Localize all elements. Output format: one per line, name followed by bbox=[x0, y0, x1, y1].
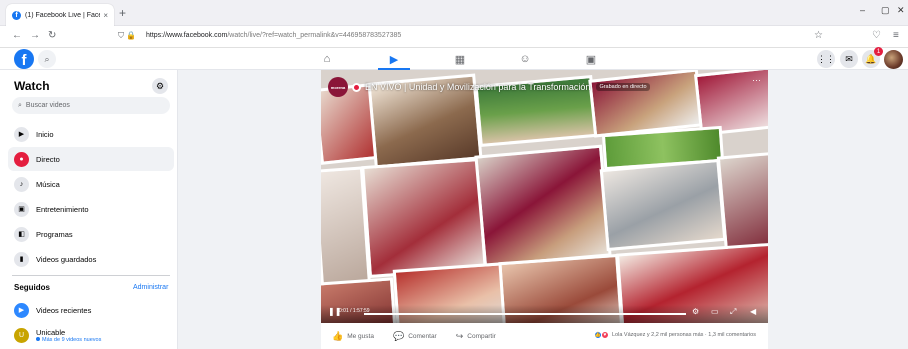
bookmark-star-icon[interactable]: ☆ bbox=[814, 30, 823, 41]
sidebar-item-programas[interactable]: ◧ Programas bbox=[8, 222, 174, 246]
like-label: Me gusta bbox=[347, 332, 374, 340]
tab-close-icon[interactable]: × bbox=[103, 11, 108, 20]
sidebar-item-label: Unicable bbox=[36, 327, 66, 337]
share-label: Compartir bbox=[467, 332, 496, 340]
minimize-button[interactable]: – bbox=[860, 5, 865, 15]
comment-button[interactable]: 💬 Comentar bbox=[393, 331, 437, 342]
facebook-favicon-icon: f bbox=[12, 10, 21, 20]
new-videos-text: Más de 9 videos nuevos bbox=[42, 336, 102, 343]
live-indicator-icon bbox=[352, 82, 361, 92]
tv-icon: ▣ bbox=[14, 201, 29, 217]
reload-icon[interactable]: ↻ bbox=[48, 30, 56, 41]
maximize-button[interactable]: ▢ bbox=[881, 5, 890, 16]
sidebar-item-label: Música bbox=[36, 179, 60, 189]
sidebar-title: Watch bbox=[14, 79, 50, 93]
sidebar-item-label: Inicio bbox=[36, 129, 54, 139]
gaming-icon[interactable]: ▣ bbox=[583, 51, 599, 67]
miniplayer-icon[interactable]: ▭ bbox=[711, 307, 719, 316]
sidebar-item-unicable[interactable]: U Unicable Más de 9 videos nuevos bbox=[8, 322, 174, 348]
search-icon: ⌕ bbox=[18, 101, 22, 109]
sidebar-item-label: Directo bbox=[36, 154, 60, 164]
notification-badge: 1 bbox=[874, 47, 883, 56]
browser-tab[interactable]: f (1) Facebook Live | Facebook × bbox=[6, 4, 114, 26]
live-header: morena EN VIVO | Unidad y Movilización p… bbox=[328, 77, 650, 97]
new-videos-note: Más de 9 videos nuevos bbox=[36, 336, 102, 343]
bookmark-icon: ▮ bbox=[14, 251, 29, 267]
reaction-summary[interactable]: 👍 ♥ Lola Vázquez y 2,2 mil personas más … bbox=[594, 331, 756, 339]
more-options-icon[interactable]: ··· bbox=[752, 75, 761, 85]
watch-icon[interactable]: ▶ bbox=[386, 51, 402, 67]
pocket-icon[interactable]: ♡ bbox=[872, 30, 881, 41]
menu-icon[interactable]: ≡ bbox=[893, 30, 899, 41]
live-video-player[interactable] bbox=[321, 70, 768, 323]
close-window-button[interactable]: ✕ bbox=[897, 5, 905, 16]
sidebar-item-label: Videos recientes bbox=[36, 305, 92, 315]
live-video-title: EN VIVO | Unidad y Movilización para la … bbox=[365, 82, 591, 92]
address-bar[interactable]: https://www.facebook.com/watch/live/?ref… bbox=[146, 32, 401, 39]
search-videos-input[interactable]: ⌕ Buscar videos bbox=[12, 97, 170, 114]
sidebar-item-videos-recientes[interactable]: ▶ Videos recientes bbox=[8, 298, 174, 322]
new-tab-button[interactable]: + bbox=[119, 6, 126, 20]
fullscreen-icon[interactable]: ⤢ bbox=[730, 307, 736, 317]
settings-gear-icon[interactable]: ⚙ bbox=[152, 78, 168, 94]
video-progress-bar[interactable] bbox=[364, 313, 686, 315]
play-icon: ▶ bbox=[14, 302, 29, 318]
unicable-logo-icon: U bbox=[14, 327, 29, 343]
sidebar-item-label: Videos guardados bbox=[36, 254, 97, 264]
like-button[interactable]: 👍 Me gusta bbox=[332, 331, 374, 342]
messenger-icon[interactable]: ✉ bbox=[840, 50, 858, 68]
sidebar-item-inicio[interactable]: ▶ Inicio bbox=[8, 122, 174, 146]
sidebar-item-directo[interactable]: ● Directo bbox=[8, 147, 174, 171]
settings-gear-icon[interactable]: ⚙ bbox=[692, 307, 699, 316]
search-icon[interactable]: ⌕ bbox=[38, 50, 56, 68]
share-icon: ↪ bbox=[455, 330, 464, 341]
profile-avatar[interactable] bbox=[884, 50, 903, 69]
share-button[interactable]: ↪ Compartir bbox=[456, 331, 496, 342]
volume-icon[interactable]: ◀ bbox=[750, 307, 756, 316]
browser-toolbar: ← → ↻ ⛉ 🔒 https://www.facebook.com/watch… bbox=[0, 26, 908, 48]
section-title-seguidos: Seguidos bbox=[14, 283, 51, 292]
live-icon: ● bbox=[14, 151, 29, 167]
sidebar-item-label: Programas bbox=[36, 229, 73, 239]
apps-menu-icon[interactable]: ⋮⋮ bbox=[817, 50, 835, 68]
tab-title: (1) Facebook Live | Facebook bbox=[25, 11, 100, 19]
marketplace-icon[interactable]: ▦ bbox=[452, 51, 468, 67]
music-icon: ♪ bbox=[14, 176, 29, 192]
home-icon: ▶ bbox=[14, 126, 29, 142]
love-reaction-icon: ♥ bbox=[601, 331, 609, 339]
sidebar-divider bbox=[12, 275, 170, 276]
search-placeholder: Buscar videos bbox=[25, 102, 70, 109]
shows-icon: ◧ bbox=[14, 226, 29, 242]
watch-sidebar: Watch ⚙ ⌕ Buscar videos ▶ Inicio ● Direc… bbox=[0, 70, 178, 349]
url-domain: https://www.facebook.com bbox=[146, 32, 228, 39]
administrar-link[interactable]: Administrar bbox=[133, 284, 168, 291]
reaction-count-text: Lola Vázquez y 2,2 mil personas más · 1,… bbox=[612, 332, 756, 338]
sidebar-item-label: Entretenimiento bbox=[36, 204, 89, 214]
comment-icon: 💬 bbox=[392, 330, 405, 341]
forward-arrow-icon[interactable]: → bbox=[30, 30, 40, 41]
groups-icon[interactable]: ☺ bbox=[517, 51, 533, 67]
video-progress-fill bbox=[364, 313, 686, 315]
facebook-logo-icon[interactable]: f bbox=[14, 49, 34, 69]
url-path: /watch/live/?ref=watch_permalink&v=44695… bbox=[227, 32, 402, 39]
sidebar-item-entretenimiento[interactable]: ▣ Entretenimiento bbox=[8, 197, 174, 221]
sidebar-item-videos-guardados[interactable]: ▮ Videos guardados bbox=[8, 247, 174, 271]
comment-label: Comentar bbox=[408, 332, 437, 340]
page-avatar[interactable]: morena bbox=[328, 77, 348, 97]
facebook-header: f ⌕ ⌂ ▶ ▦ ☺ ▣ ⋮⋮ ✉ 🔔 bbox=[0, 48, 908, 70]
back-arrow-icon[interactable]: ← bbox=[12, 30, 22, 41]
shield-lock-icon[interactable]: ⛉ 🔒 bbox=[118, 31, 136, 41]
thumbs-up-icon: 👍 bbox=[332, 330, 344, 341]
sidebar-item-musica[interactable]: ♪ Música bbox=[8, 172, 174, 196]
recorded-live-tag: Grabado en directo bbox=[596, 83, 650, 91]
browser-tabstrip: f (1) Facebook Live | Facebook × + – ▢ ✕ bbox=[0, 0, 908, 26]
home-icon[interactable]: ⌂ bbox=[319, 51, 335, 67]
